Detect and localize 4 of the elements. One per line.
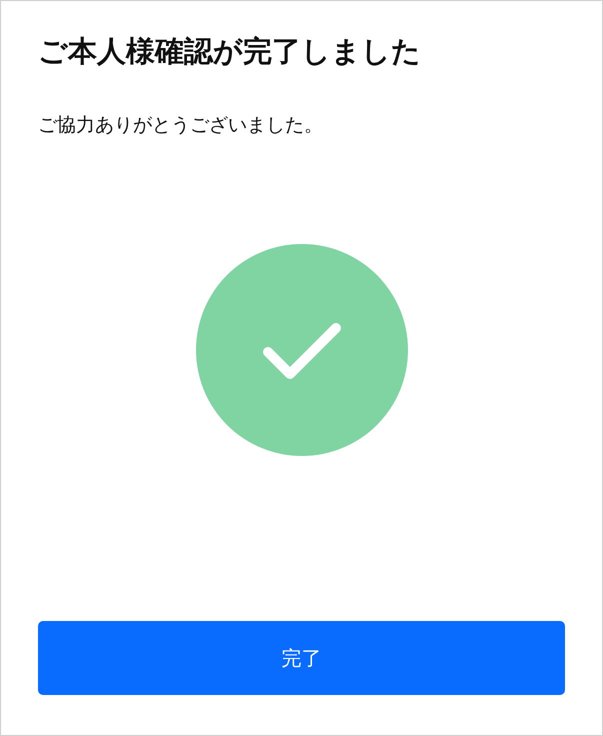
- page-title: ご本人様確認が完了しました: [38, 33, 421, 70]
- thanks-message: ご協力ありがとうございました。: [38, 113, 323, 138]
- done-button[interactable]: 完了: [38, 621, 565, 695]
- checkmark-icon: [196, 244, 408, 456]
